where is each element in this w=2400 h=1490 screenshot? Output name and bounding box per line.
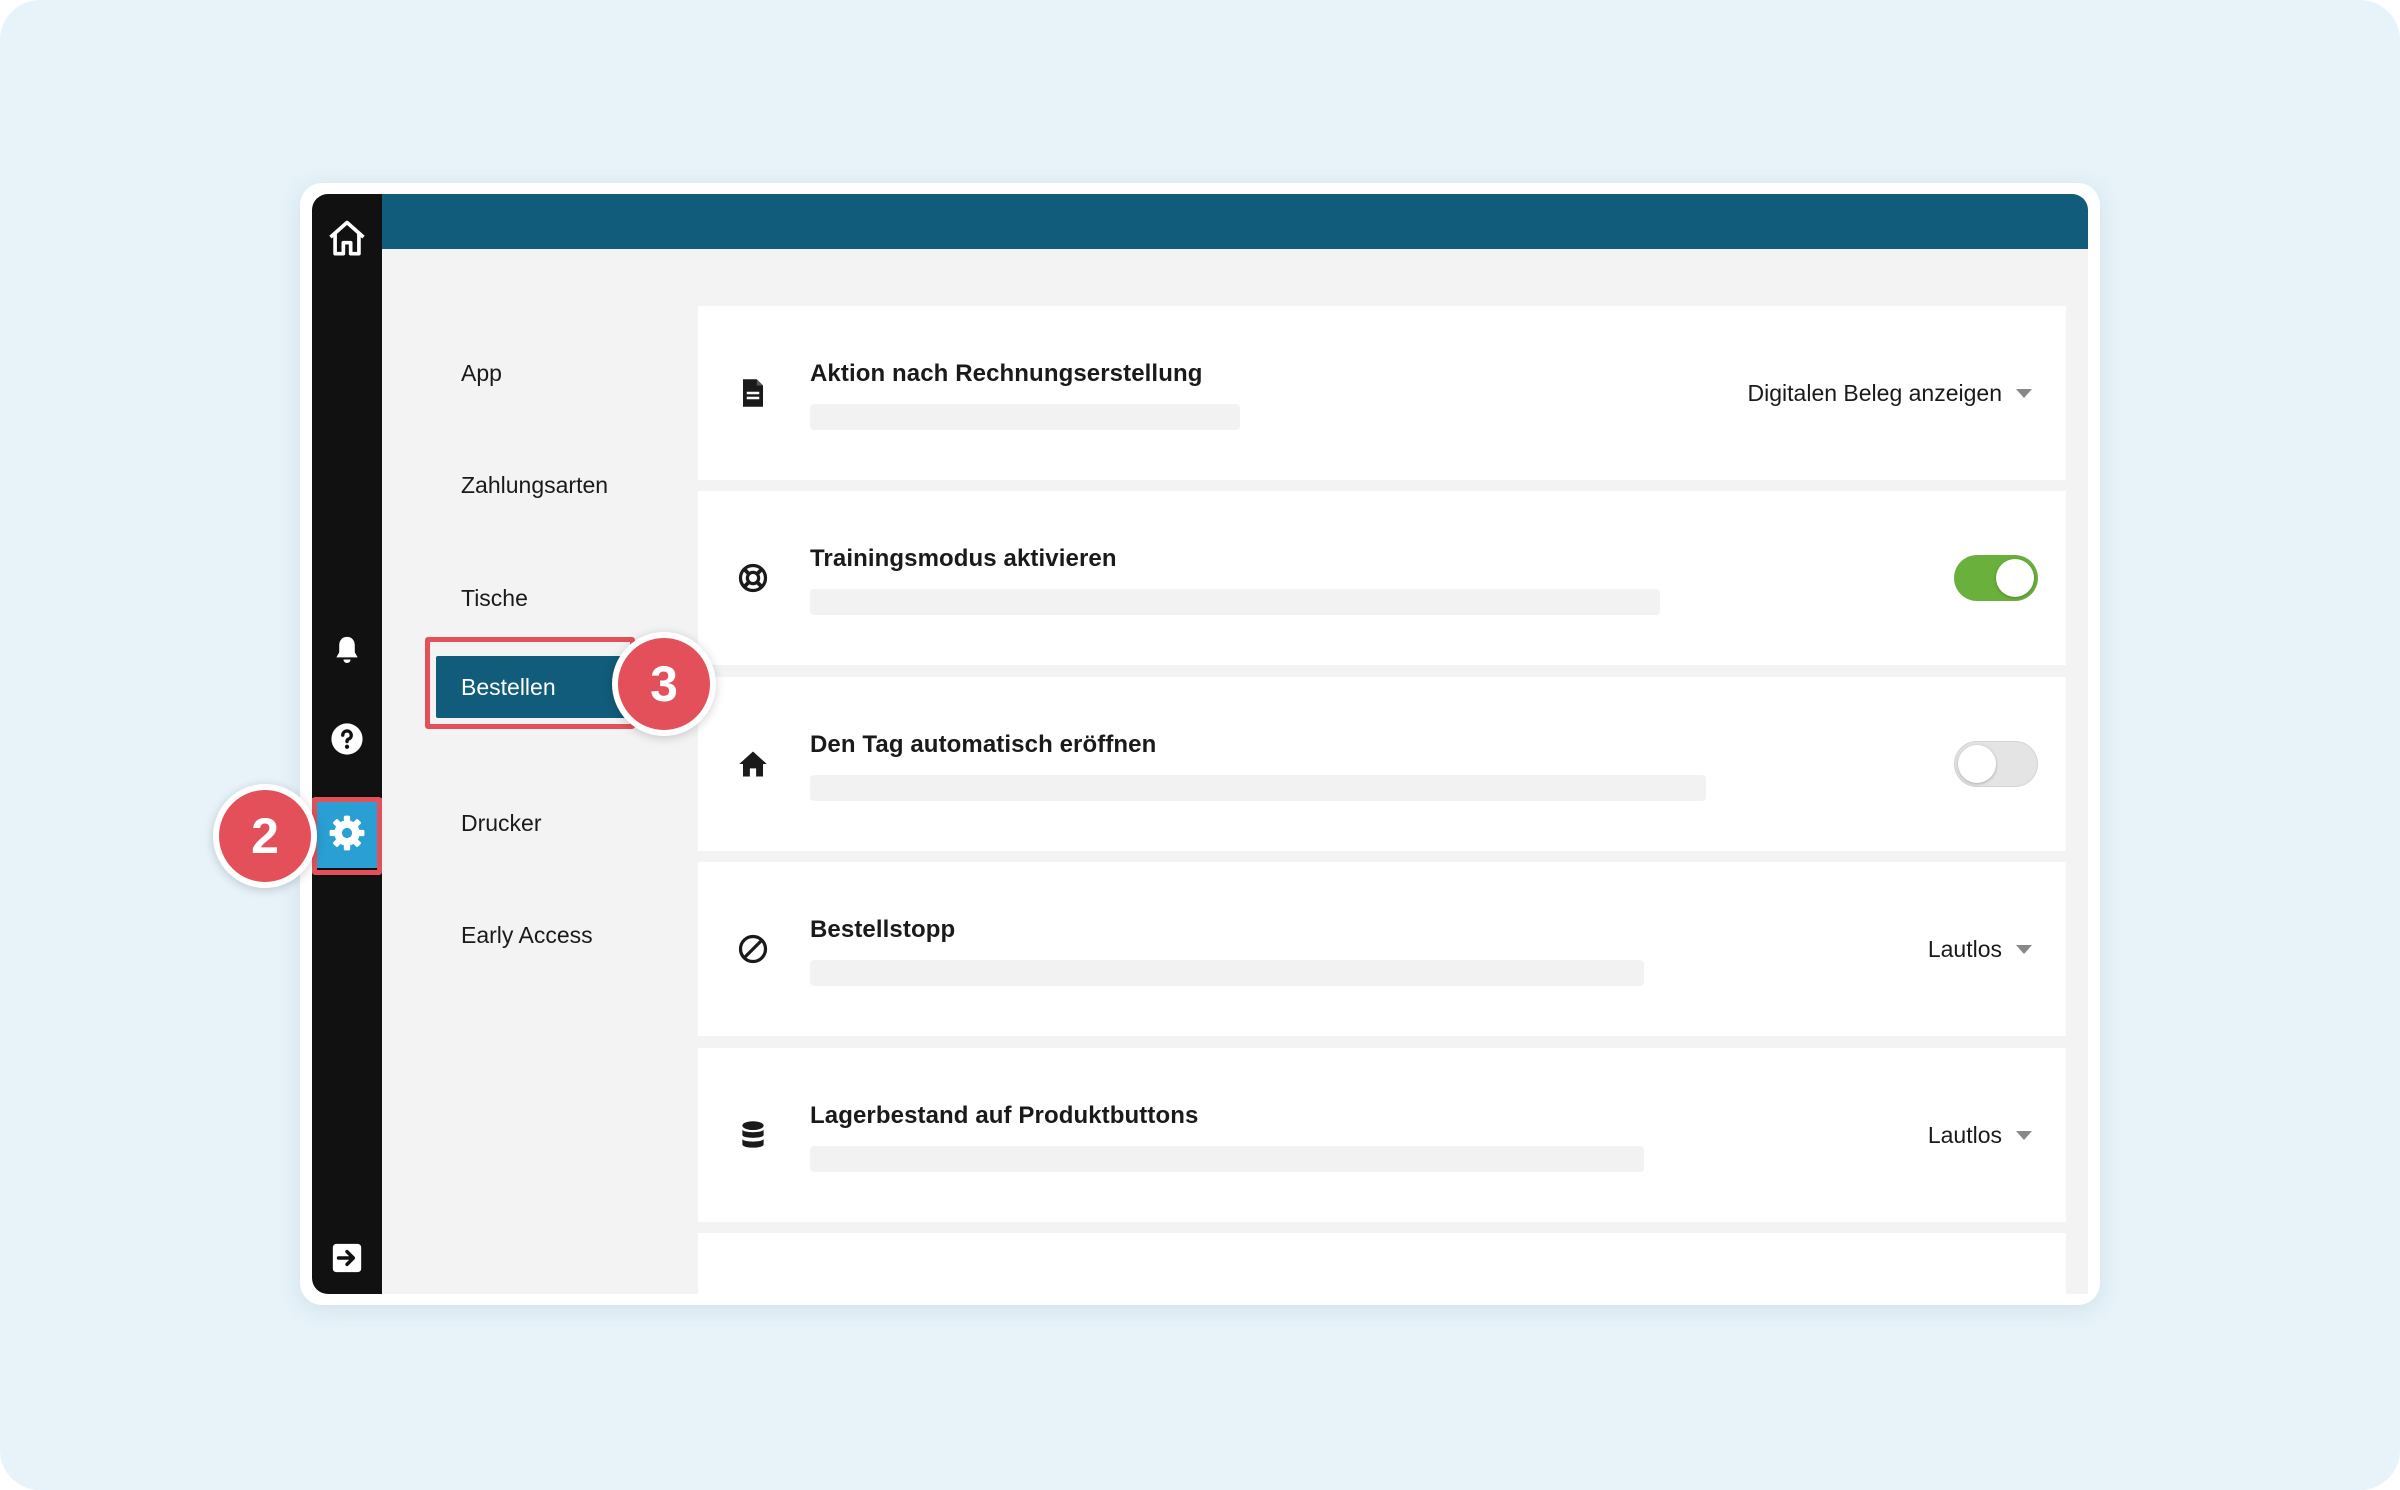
setting-description-placeholder <box>810 775 1706 801</box>
setting-dropdown[interactable]: Lautlos <box>1928 934 2032 964</box>
setting-title: Den Tag automatisch eröffnen <box>810 731 1157 758</box>
caret-down-icon <box>2016 944 2032 954</box>
setting-description-placeholder <box>810 589 1660 615</box>
settings-nav-zahlungsarten[interactable]: Zahlungsarten <box>461 458 608 512</box>
caret-down-icon <box>2016 388 2032 398</box>
setting-row-lagerbestand: Lagerbestand auf Produktbuttons Lautlos <box>698 1048 2066 1222</box>
toggle-knob <box>1996 559 2034 597</box>
settings-nav-bestellen[interactable]: Bestellen <box>436 656 636 718</box>
setting-description-placeholder <box>810 960 1644 986</box>
settings-nav-early-access[interactable]: Early Access <box>461 908 593 962</box>
tag-automatisch-toggle[interactable] <box>1954 741 2038 787</box>
caret-down-icon <box>2016 1130 2032 1140</box>
setting-title: Trainingsmodus aktivieren <box>810 545 1117 572</box>
setting-row-bestellstopp: Bestellstopp Lautlos <box>698 862 2066 1036</box>
setting-description-placeholder <box>810 404 1240 430</box>
step-badge-2: 2 <box>213 784 317 888</box>
dropdown-value: Lautlos <box>1927 935 2002 962</box>
gear-icon <box>329 815 365 851</box>
help-icon <box>331 723 363 755</box>
header-bar <box>382 194 2088 249</box>
setting-description-placeholder <box>810 1146 1644 1172</box>
setting-row-aktion-nach-rechnungserstellung: Aktion nach Rechnungserstellung Digitale… <box>698 306 2066 480</box>
toggle-knob <box>1958 745 1996 783</box>
setting-row-trainingsmodus: Trainingsmodus aktivieren <box>698 491 2066 665</box>
document-icon <box>743 379 763 407</box>
setting-dropdown[interactable]: Lautlos <box>1928 1120 2032 1150</box>
setting-row-tag-automatisch-eroeffnen: Den Tag automatisch eröffnen <box>698 677 2066 851</box>
sidebar-settings-button[interactable] <box>312 798 382 868</box>
sidebar-home-button[interactable] <box>312 204 382 274</box>
logout-icon <box>332 1243 362 1273</box>
settings-nav-app[interactable]: App <box>461 346 502 400</box>
block-icon <box>738 934 768 964</box>
setting-title: Aktion nach Rechnungserstellung <box>810 360 1203 387</box>
sidebar-notifications-button[interactable] <box>312 616 382 686</box>
bell-icon <box>336 636 358 664</box>
home-icon <box>739 751 767 777</box>
lifebuoy-icon <box>738 563 768 593</box>
database-icon <box>742 1121 764 1148</box>
setting-dropdown[interactable]: Digitalen Beleg anzeigen <box>1748 378 2032 408</box>
setting-row-partial <box>698 1233 2066 1294</box>
dropdown-value: Lautlos <box>1927 1121 2002 1148</box>
settings-nav-drucker[interactable]: Drucker <box>461 796 542 850</box>
settings-nav-tische[interactable]: Tische <box>461 571 528 625</box>
step-badge-3: 3 <box>612 632 716 736</box>
home-icon <box>329 220 365 256</box>
setting-title: Lagerbestand auf Produktbuttons <box>810 1102 1199 1129</box>
sidebar-help-button[interactable] <box>312 704 382 774</box>
dropdown-value: Digitalen Beleg anzeigen <box>1747 379 2002 406</box>
sidebar-logout-button[interactable] <box>312 1223 382 1293</box>
trainingsmodus-toggle[interactable] <box>1954 555 2038 601</box>
icon-sidebar <box>312 194 382 1294</box>
setting-title: Bestellstopp <box>810 916 956 943</box>
